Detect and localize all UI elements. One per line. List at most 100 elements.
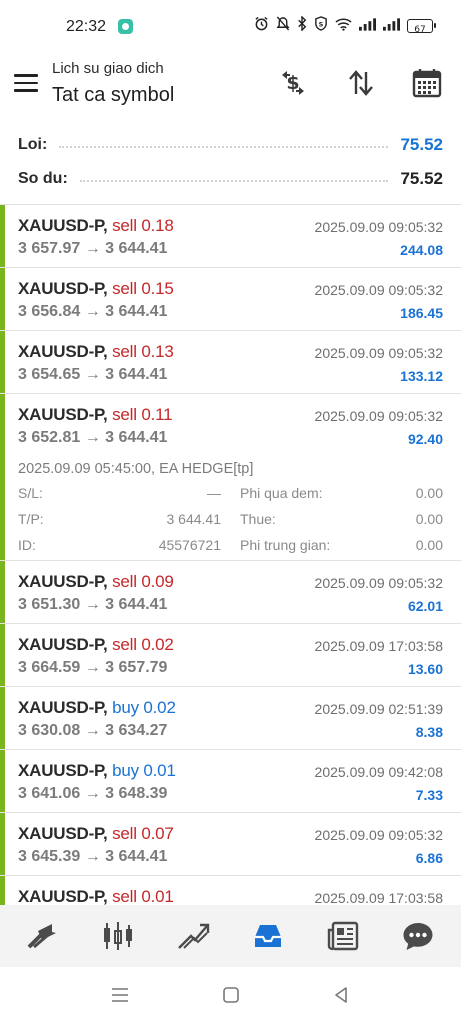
deal-row[interactable]: XAUUSD-P, sell 0.07 2025.09.09 09:05:32 …	[0, 813, 461, 876]
profit-row: Loi: 75.52	[0, 128, 461, 162]
battery-icon: 67	[407, 19, 436, 35]
trade-icon[interactable]	[171, 914, 215, 958]
deal-volume: 0.07	[141, 824, 174, 843]
tp-value: 3 644.41	[166, 511, 222, 527]
history-icon[interactable]	[246, 914, 290, 958]
deal-row[interactable]: XAUUSD-P, sell 0.13 2025.09.09 09:05:32 …	[0, 331, 461, 394]
deal-row[interactable]: XAUUSD-P, sell 0.02 2025.09.09 17:03:58 …	[0, 624, 461, 687]
balance-row: So du: 75.52	[0, 162, 461, 196]
deal-indicator-bar	[0, 331, 5, 393]
deal-row[interactable]: XAUUSD-P, sell 0.15 2025.09.09 09:05:32 …	[0, 268, 461, 331]
deal-time: 2025.09.09 09:05:32	[314, 408, 443, 424]
deal-symbol: XAUUSD-P,	[18, 887, 108, 906]
deal-row[interactable]: XAUUSD-P, sell 0.09 2025.09.09 09:05:32 …	[0, 561, 461, 624]
status-bar: 22:32 S 67	[0, 0, 461, 56]
deal-prices: 3 652.81 → 3 644.41	[18, 429, 168, 446]
deal-symbol: XAUUSD-P,	[18, 572, 108, 591]
deal-profit: 186.45	[400, 305, 443, 321]
deal-time: 2025.09.09 17:03:58	[314, 890, 443, 906]
wifi-icon	[335, 16, 352, 36]
quotes-icon[interactable]	[21, 914, 65, 958]
deal-time: 2025.09.09 09:05:32	[314, 827, 443, 843]
currency-exchange-icon[interactable]: $	[276, 66, 310, 100]
deal-indicator-bar	[0, 624, 5, 686]
deal-type: sell	[112, 887, 137, 906]
deals-list: XAUUSD-P, sell 0.18 2025.09.09 09:05:32 …	[0, 204, 461, 939]
deal-heading: XAUUSD-P, buy 0.01	[18, 761, 176, 781]
header-title[interactable]: Tat ca symbol	[52, 84, 174, 107]
tax-label: Thue:	[240, 511, 276, 527]
deal-prices: 3 654.65 → 3 644.41	[18, 366, 168, 383]
balance-label: So du:	[18, 170, 68, 187]
signal-icon	[359, 16, 376, 36]
alarm-icon	[254, 16, 269, 36]
back-icon[interactable]	[329, 983, 353, 1007]
dotted-leader	[59, 146, 389, 148]
swap-value: 0.00	[415, 485, 443, 501]
deal-symbol: XAUUSD-P,	[18, 279, 108, 298]
detail-row: S/L: — Phi qua dem: 0.00	[18, 480, 443, 506]
deal-heading: XAUUSD-P, sell 0.01	[18, 887, 174, 907]
deal-symbol: XAUUSD-P,	[18, 698, 108, 717]
svg-text:S: S	[319, 20, 324, 28]
deal-heading: XAUUSD-P, sell 0.02	[18, 635, 174, 655]
deal-time: 2025.09.09 09:05:32	[314, 219, 443, 235]
tax-value: 0.00	[415, 511, 443, 527]
deal-row-expanded[interactable]: XAUUSD-P, sell 0.11 2025.09.09 09:05:32 …	[0, 394, 461, 561]
recent-apps-icon[interactable]	[108, 983, 132, 1007]
summary-panel: Loi: 75.52 So du: 75.52	[0, 128, 461, 196]
news-icon[interactable]	[321, 914, 365, 958]
bottom-navigation	[0, 905, 461, 967]
deal-heading: XAUUSD-P, sell 0.07	[18, 824, 174, 844]
deal-symbol: XAUUSD-P,	[18, 216, 108, 235]
deal-type: sell	[112, 279, 137, 298]
deal-type: sell	[112, 824, 137, 843]
deal-type: sell	[112, 216, 137, 235]
app-header: Lich su giao dich Tat ca symbol $	[0, 56, 461, 116]
shield-icon: S	[314, 16, 328, 36]
deal-volume: 0.01	[143, 761, 176, 780]
home-icon[interactable]	[219, 983, 243, 1007]
deal-heading: XAUUSD-P, sell 0.11	[18, 405, 173, 425]
deal-indicator-bar	[0, 268, 5, 330]
deal-symbol: XAUUSD-P,	[18, 824, 108, 843]
deal-profit: 133.12	[400, 368, 443, 384]
detail-row: ID: 45576721 Phi trung gian: 0.00	[18, 532, 443, 558]
deal-volume: 0.09	[141, 572, 174, 591]
sort-icon[interactable]	[344, 66, 378, 100]
deal-heading: XAUUSD-P, sell 0.13	[18, 342, 174, 362]
deal-profit: 8.38	[415, 724, 443, 740]
notification-app-icon	[118, 19, 133, 34]
commission-label: Phi trung gian:	[240, 537, 331, 553]
deal-profit: 62.01	[407, 598, 443, 614]
commission-value: 0.00	[415, 537, 443, 553]
calendar-icon[interactable]	[410, 66, 444, 100]
dotted-leader	[79, 180, 389, 182]
deal-indicator-bar	[0, 205, 5, 267]
sl-value: —	[207, 485, 221, 501]
sl-label: S/L:	[18, 485, 43, 501]
deal-profit: 92.40	[407, 431, 443, 447]
chart-icon[interactable]	[96, 914, 140, 958]
deal-profit: 244.08	[400, 242, 443, 258]
deal-time: 2025.09.09 02:51:39	[314, 701, 443, 717]
profit-label: Loi:	[18, 136, 48, 153]
menu-button[interactable]	[14, 74, 38, 92]
deal-type: sell	[112, 342, 137, 361]
deal-profit: 7.33	[415, 787, 443, 803]
swap-label: Phi qua dem:	[240, 485, 323, 501]
deal-type: buy	[112, 698, 139, 717]
messages-icon[interactable]	[396, 914, 440, 958]
deal-row[interactable]: XAUUSD-P, sell 0.18 2025.09.09 09:05:32 …	[0, 205, 461, 268]
status-icons: S 67	[254, 15, 436, 36]
deal-prices: 3 630.08 → 3 634.27	[18, 722, 168, 739]
deal-prices: 3 664.59 → 3 657.79	[18, 659, 168, 676]
id-value: 45576721	[158, 537, 221, 553]
deal-volume: 0.15	[141, 279, 174, 298]
deal-type: sell	[112, 572, 137, 591]
deal-symbol: XAUUSD-P,	[18, 761, 108, 780]
deal-row[interactable]: XAUUSD-P, buy 0.02 2025.09.09 02:51:39 3…	[0, 687, 461, 750]
deal-row[interactable]: XAUUSD-P, buy 0.01 2025.09.09 09:42:08 3…	[0, 750, 461, 813]
deal-prices: 3 651.30 → 3 644.41	[18, 596, 168, 613]
deal-symbol: XAUUSD-P,	[18, 405, 108, 424]
